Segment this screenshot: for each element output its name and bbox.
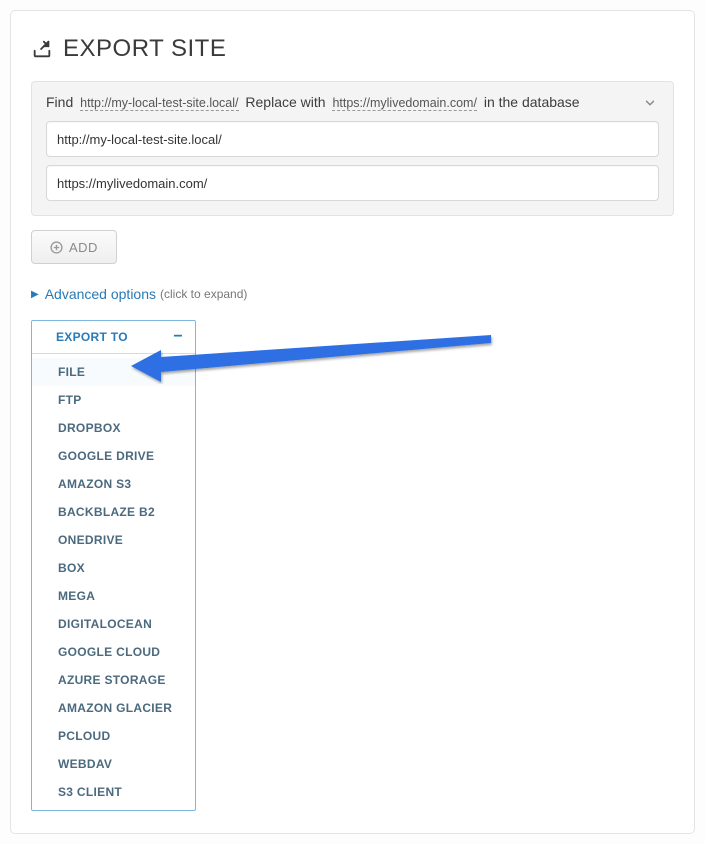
- export-to-label: EXPORT TO: [56, 330, 128, 344]
- export-item-dropbox[interactable]: DROPBOX: [32, 414, 195, 442]
- find-replace-box: Find http://my-local-test-site.local/ Re…: [31, 81, 674, 216]
- export-item-ftp[interactable]: FTP: [32, 386, 195, 414]
- export-item-mega[interactable]: MEGA: [32, 582, 195, 610]
- plus-circle-icon: [50, 241, 63, 254]
- panel-title: EXPORT SITE: [31, 35, 674, 63]
- export-item-digitalocean[interactable]: DIGITALOCEAN: [32, 610, 195, 638]
- link-find-url[interactable]: http://my-local-test-site.local/: [80, 96, 238, 111]
- export-item-amazon-glacier[interactable]: AMAZON GLACIER: [32, 694, 195, 722]
- add-button-label: ADD: [69, 240, 98, 255]
- advanced-options-toggle[interactable]: ▶ Advanced options (click to expand): [31, 286, 674, 302]
- export-item-s3-client[interactable]: S3 CLIENT: [32, 778, 195, 806]
- export-item-amazon-s3[interactable]: AMAZON S3: [32, 470, 195, 498]
- export-to-menu: EXPORT TO − FILE FTP DROPBOX GOOGLE DRIV…: [31, 320, 196, 811]
- export-item-box[interactable]: BOX: [32, 554, 195, 582]
- export-item-pcloud[interactable]: PCLOUD: [32, 722, 195, 750]
- label-find: Find: [46, 94, 73, 110]
- export-item-google-drive[interactable]: GOOGLE DRIVE: [32, 442, 195, 470]
- advanced-options-label: Advanced options: [45, 286, 156, 302]
- export-item-file[interactable]: FILE: [32, 358, 195, 386]
- triangle-right-icon: ▶: [31, 289, 39, 300]
- export-item-google-cloud[interactable]: GOOGLE CLOUD: [32, 638, 195, 666]
- export-site-panel: EXPORT SITE Find http://my-local-test-si…: [10, 10, 695, 834]
- find-input[interactable]: [46, 121, 659, 157]
- advanced-options-hint: (click to expand): [160, 287, 247, 301]
- link-replace-url[interactable]: https://mylivedomain.com/: [332, 96, 477, 111]
- export-item-azure-storage[interactable]: AZURE STORAGE: [32, 666, 195, 694]
- panel-title-text: EXPORT SITE: [63, 35, 226, 63]
- export-item-onedrive[interactable]: ONEDRIVE: [32, 526, 195, 554]
- export-icon: [31, 38, 53, 60]
- export-item-webdav[interactable]: WEBDAV: [32, 750, 195, 778]
- chevron-down-icon[interactable]: [643, 96, 657, 113]
- replace-input[interactable]: [46, 165, 659, 201]
- export-to-header[interactable]: EXPORT TO −: [32, 321, 195, 354]
- label-replace: Replace with: [245, 94, 325, 110]
- export-item-backblaze-b2[interactable]: BACKBLAZE B2: [32, 498, 195, 526]
- export-to-list: FILE FTP DROPBOX GOOGLE DRIVE AMAZON S3 …: [32, 354, 195, 810]
- find-replace-header[interactable]: Find http://my-local-test-site.local/ Re…: [46, 94, 659, 111]
- minus-icon: −: [173, 332, 183, 342]
- add-button[interactable]: ADD: [31, 230, 117, 264]
- label-suffix: in the database: [484, 94, 580, 110]
